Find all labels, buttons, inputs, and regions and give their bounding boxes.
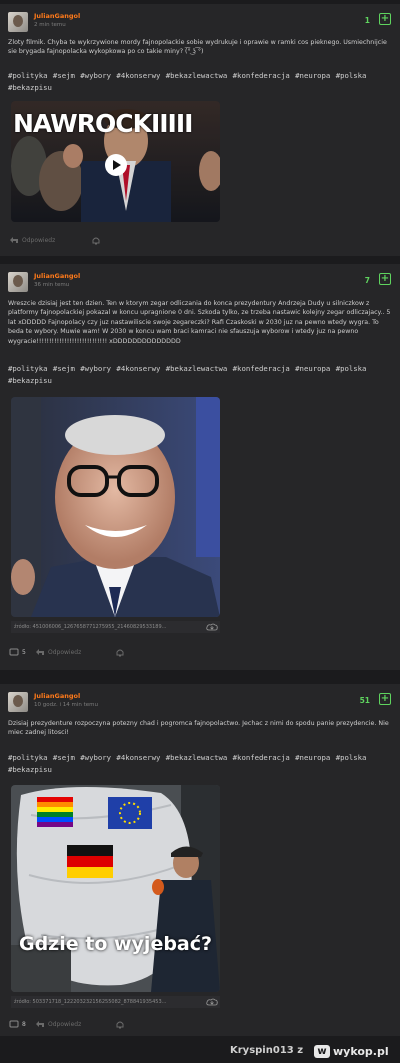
comments-icon (9, 648, 19, 656)
german-flag-icon (67, 845, 113, 878)
download-icon[interactable] (206, 623, 218, 631)
play-icon (113, 160, 121, 170)
comments-button[interactable]: 8 (9, 1020, 26, 1029)
site-name: wykop.pl (333, 1045, 389, 1058)
vote-count: 1 (364, 16, 370, 25)
bell-icon (116, 649, 124, 657)
bell-icon (116, 1021, 124, 1029)
favorite-button[interactable] (115, 1020, 125, 1029)
author-name[interactable]: JulianGangol (34, 272, 80, 280)
post-text: Dzisiaj prezydenture rozpoczyna potezny … (8, 720, 389, 737)
play-button[interactable] (105, 154, 127, 176)
comments-count: 5 (22, 649, 26, 656)
comments-button[interactable]: 5 (9, 648, 26, 657)
reply-icon (36, 649, 44, 655)
image-source: źródło: 503371718_1222032321562550​82_87… (11, 996, 220, 1008)
video-thumbnail[interactable]: NAWROCKIIIII (11, 101, 220, 222)
post-3: JulianGangol 10 godz. i 14 min temu 51 +… (0, 684, 400, 1036)
post-1: JulianGangol 2 min temu 1 + Zloty filmik… (0, 4, 400, 256)
post-tags[interactable]: #polityka #sejm #wybory #4konserwy #beka… (8, 70, 394, 94)
comments-icon (9, 1020, 19, 1028)
reply-button[interactable]: Odpowiedz (35, 1020, 81, 1029)
comments-count: 8 (22, 1021, 26, 1028)
reply-button[interactable]: Odpowiedz (35, 648, 81, 657)
download-icon[interactable] (206, 998, 218, 1006)
post-2: JulianGangol 36 min temu 7 + Wreszcie dz… (0, 264, 400, 670)
post-time[interactable]: 2 min temu (34, 22, 66, 28)
rainbow-flag-icon (37, 797, 73, 827)
post-time[interactable]: 10 godz. i 14 min temu (34, 702, 98, 708)
avatar[interactable] (8, 272, 28, 292)
post-tags[interactable]: #polityka #sejm #wybory #4konserwy #beka… (8, 752, 394, 776)
thumbnail-title: NAWROCKIIIII (13, 109, 193, 138)
post-tags[interactable]: #polityka #sejm #wybory #4konserwy #beka… (8, 363, 394, 387)
bell-icon (92, 237, 100, 245)
photo-image (11, 785, 220, 992)
upvote-button[interactable]: + (379, 13, 391, 25)
post-image[interactable]: Gdzie to wyjebać? (11, 785, 220, 992)
image-caption: Gdzie to wyjebać? (18, 933, 213, 955)
reply-button[interactable]: Odpowiedz (9, 236, 55, 245)
post-image[interactable] (11, 397, 220, 617)
credit-user: Kryspin013 z (230, 1045, 304, 1056)
eu-flag-icon (108, 797, 152, 829)
wykop-logo-icon: w (314, 1045, 330, 1058)
image-source: źródło: 451006006_1267658771275955_21460… (11, 621, 220, 633)
post-time[interactable]: 36 min temu (34, 282, 69, 288)
vote-count: 51 (359, 696, 370, 705)
favorite-button[interactable] (115, 648, 125, 657)
reply-icon (10, 237, 18, 243)
photo-image (11, 397, 220, 617)
avatar[interactable] (8, 12, 28, 32)
reply-label: Odpowiedz (48, 1021, 82, 1028)
author-name[interactable]: JulianGangol (34, 692, 80, 700)
avatar[interactable] (8, 692, 28, 712)
site-logo[interactable]: w wykop.pl (314, 1045, 389, 1058)
vote-count: 7 (364, 276, 370, 285)
reply-label: Odpowiedz (22, 237, 56, 244)
post-text: Zloty filmik. Chyba te wykrzywione mordy… (8, 39, 387, 56)
upvote-button[interactable]: + (379, 273, 391, 285)
upvote-button[interactable]: + (379, 693, 391, 705)
favorite-button[interactable] (91, 236, 101, 245)
reply-icon (36, 1021, 44, 1027)
reply-label: Odpowiedz (48, 649, 82, 656)
author-name[interactable]: JulianGangol (34, 12, 80, 20)
post-text: Wreszcie dzisiaj jest ten dzien. Ten w k… (8, 300, 391, 345)
